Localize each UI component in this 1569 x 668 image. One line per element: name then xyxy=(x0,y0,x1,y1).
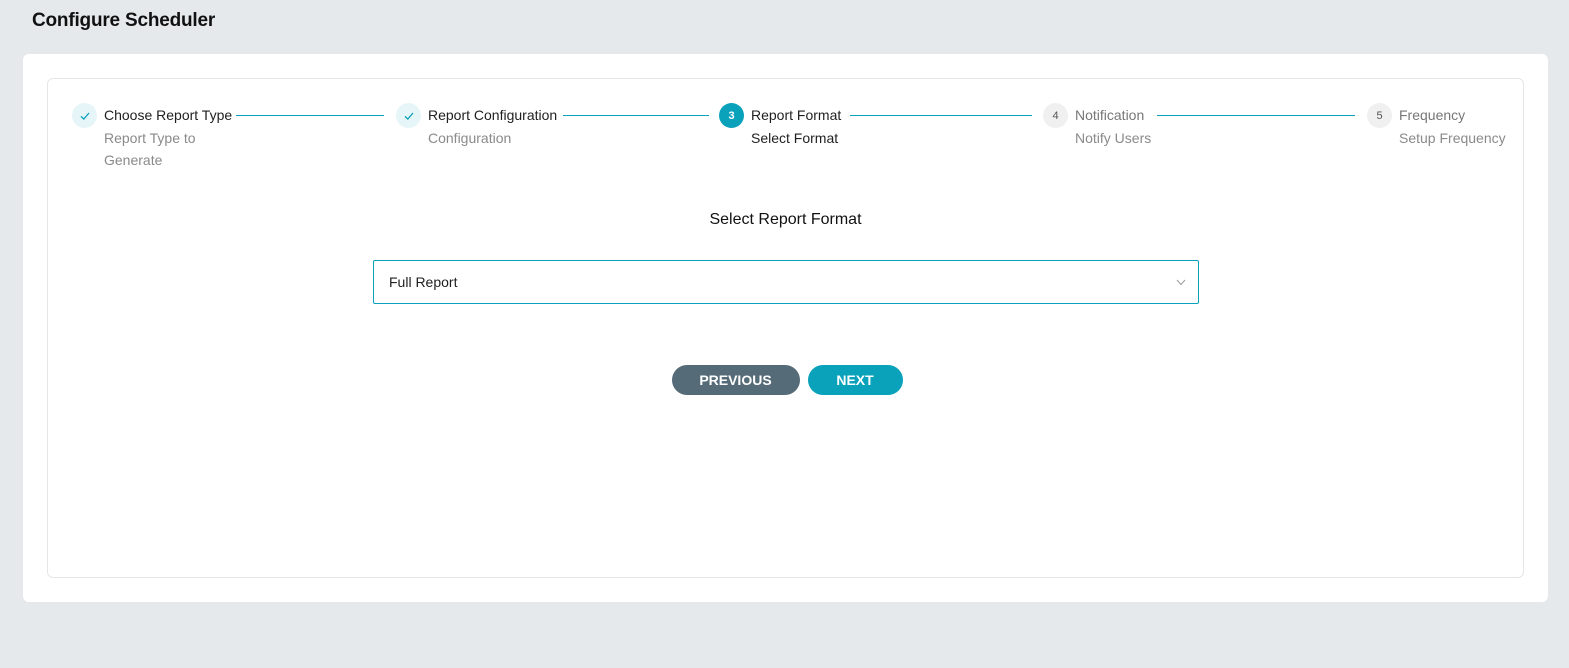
step-4-description: Notify Users xyxy=(1075,130,1152,146)
report-format-select[interactable]: Full Report xyxy=(373,260,1199,304)
chevron-down-icon xyxy=(1176,279,1186,286)
step-5-title: Frequency xyxy=(1399,107,1466,123)
scheduler-card: Choose Report Type Report Type to Genera… xyxy=(23,54,1548,602)
step-connector-4-5 xyxy=(1157,115,1355,116)
step-3-description: Select Format xyxy=(751,130,839,146)
step-1-description: Report Type to Generate xyxy=(104,130,196,168)
report-format-selected-value: Full Report xyxy=(389,274,458,290)
wizard-panel: Choose Report Type Report Type to Genera… xyxy=(47,78,1524,578)
step-notification[interactable]: 4 Notification Notify Users xyxy=(1043,103,1151,149)
step-3-number: 3 xyxy=(719,103,744,128)
step-3-title: Report Format xyxy=(751,107,842,123)
step-frequency[interactable]: 5 Frequency Setup Frequency xyxy=(1367,103,1506,149)
stepper: Choose Report Type Report Type to Genera… xyxy=(48,79,1523,179)
section-title: Select Report Format xyxy=(709,211,862,228)
step-connector-2-3 xyxy=(563,115,709,116)
step-5-description: Setup Frequency xyxy=(1399,130,1506,146)
step-5-number: 5 xyxy=(1367,103,1392,128)
previous-button[interactable]: PREVIOUS xyxy=(671,365,800,395)
step-2-title: Report Configuration xyxy=(428,107,558,123)
step-connector-1-2 xyxy=(236,115,384,116)
step-report-format[interactable]: 3 Report Format Select Format xyxy=(719,103,841,149)
step-report-configuration[interactable]: Report Configuration Configuration xyxy=(396,103,557,149)
step-4-title: Notification xyxy=(1075,107,1145,123)
step-2-description: Configuration xyxy=(428,130,512,146)
step-1-title: Choose Report Type xyxy=(104,107,233,123)
step-choose-report-type[interactable]: Choose Report Type Report Type to Genera… xyxy=(72,103,232,171)
step-connector-3-4 xyxy=(850,115,1032,116)
next-button[interactable]: NEXT xyxy=(807,365,903,395)
step-4-number: 4 xyxy=(1043,103,1068,128)
step-1-check-icon xyxy=(72,103,97,128)
page-title: Configure Scheduler xyxy=(32,10,216,31)
step-2-check-icon xyxy=(396,103,421,128)
wizard-actions: PREVIOUS NEXT xyxy=(48,365,1523,395)
